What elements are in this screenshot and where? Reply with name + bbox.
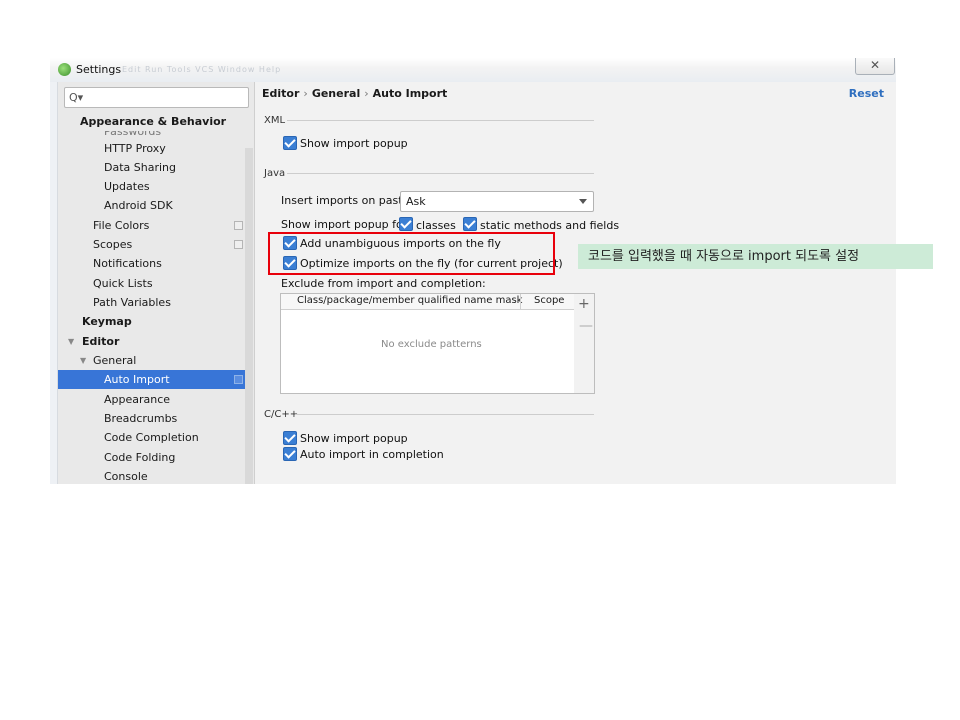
sidebar-item-data-sharing[interactable]: Data Sharing	[104, 161, 176, 174]
auto-import-completion-checkbox[interactable]	[283, 447, 297, 461]
static-methods-label[interactable]: static methods and fields	[480, 219, 619, 232]
section-divider	[295, 414, 594, 415]
exclude-table-header: Class/package/member qualified name mask…	[281, 294, 574, 310]
sidebar-item-keymap[interactable]: Keymap	[82, 315, 132, 328]
exclude-table[interactable]: Class/package/member qualified name mask…	[280, 293, 575, 394]
sidebar-item-appearance[interactable]: Appearance	[104, 393, 170, 406]
sidebar-item-auto-import: Auto Import	[104, 373, 170, 386]
sidebar-item-code-folding[interactable]: Code Folding	[104, 451, 175, 464]
auto-import-completion-label[interactable]: Auto import in completion	[300, 448, 444, 461]
project-scope-icon	[234, 221, 243, 230]
section-java: Java	[264, 168, 286, 179]
section-cpp: C/C++	[264, 409, 299, 420]
breadcrumb-separator-icon: ›	[364, 87, 369, 100]
sidebar-item-file-colors[interactable]: File Colors	[93, 219, 149, 232]
settings-sidebar: Q▾ Appearance & Behavior Passwords HTTP …	[58, 82, 255, 484]
sidebar-item-updates[interactable]: Updates	[104, 180, 150, 193]
section-divider	[287, 120, 594, 121]
sidebar-item-android-sdk[interactable]: Android SDK	[104, 199, 173, 212]
annotation-note: 코드를 입력했을 때 자동으로 import 되도록 설정	[578, 244, 933, 269]
remove-icon[interactable]: —	[579, 318, 593, 334]
title-bar: Settings Edit Run Tools VCS Window Help …	[50, 58, 896, 82]
popup-for-label: Show import popup for:	[281, 218, 411, 231]
exclude-table-empty-text: No exclude patterns	[381, 339, 482, 350]
show-import-popup-xml-label[interactable]: Show import popup	[300, 137, 408, 150]
sidebar-item-code-completion[interactable]: Code Completion	[104, 431, 199, 444]
sidebar-item-passwords[interactable]: Passwords	[104, 131, 161, 139]
exclude-label: Exclude from import and completion:	[281, 277, 486, 290]
column-header-mask[interactable]: Class/package/member qualified name mask	[297, 295, 522, 306]
section-divider	[287, 173, 594, 174]
section-xml: XML	[264, 115, 286, 126]
sidebar-item-general[interactable]: General	[93, 354, 136, 367]
sidebar-item-console[interactable]: Console	[104, 470, 148, 483]
window-title: Settings	[76, 63, 122, 76]
classes-checkbox[interactable]	[399, 217, 413, 231]
android-studio-icon	[58, 63, 71, 76]
window-left-edge	[50, 82, 58, 484]
add-icon[interactable]: +	[578, 296, 590, 312]
sidebar-item-breadcrumbs[interactable]: Breadcrumbs	[104, 412, 177, 425]
show-import-popup-xml-checkbox[interactable]	[283, 136, 297, 150]
sidebar-item-quick-lists[interactable]: Quick Lists	[93, 277, 153, 290]
sidebar-item-scopes[interactable]: Scopes	[93, 238, 132, 251]
static-methods-checkbox[interactable]	[463, 217, 477, 231]
breadcrumb-separator-icon: ›	[303, 87, 308, 100]
reset-link[interactable]: Reset	[849, 87, 884, 100]
search-icon: Q▾	[69, 91, 84, 104]
breadcrumb-auto-import: Auto Import	[372, 87, 448, 100]
column-divider	[520, 294, 521, 309]
breadcrumb: Editor › General › Auto Import	[262, 87, 447, 100]
project-scope-icon	[234, 375, 243, 384]
search-input[interactable]: Q▾	[64, 87, 249, 108]
classes-label[interactable]: classes	[416, 219, 456, 232]
insert-on-paste-value: Ask	[406, 195, 426, 208]
close-button[interactable]: ✕	[855, 58, 895, 75]
highlight-box	[268, 232, 555, 275]
project-scope-icon	[234, 240, 243, 249]
sidebar-item-appearance-behavior[interactable]: Appearance & Behavior	[80, 115, 226, 128]
sidebar-item-auto-import-row[interactable]: Auto Import	[58, 370, 246, 389]
chevron-down-icon	[579, 199, 587, 204]
expand-arrow-icon[interactable]: ▼	[68, 337, 74, 346]
sidebar-item-editor[interactable]: Editor	[82, 335, 119, 348]
insert-on-paste-select[interactable]: Ask	[400, 191, 594, 212]
breadcrumb-editor[interactable]: Editor	[262, 87, 299, 100]
exclude-toolbar: + —	[574, 293, 595, 394]
column-header-scope[interactable]: Scope	[534, 295, 564, 306]
show-import-popup-cpp-label[interactable]: Show import popup	[300, 432, 408, 445]
insert-on-paste-label: Insert imports on paste:	[281, 194, 414, 207]
sidebar-item-path-variables[interactable]: Path Variables	[93, 296, 171, 309]
expand-arrow-icon[interactable]: ▼	[80, 356, 86, 365]
sidebar-item-http-proxy[interactable]: HTTP Proxy	[104, 142, 166, 155]
background-menu-ghost: Edit Run Tools VCS Window Help	[122, 65, 282, 74]
breadcrumb-general[interactable]: General	[312, 87, 360, 100]
show-import-popup-cpp-checkbox[interactable]	[283, 431, 297, 445]
sidebar-scrollbar[interactable]	[245, 148, 253, 484]
sidebar-item-notifications[interactable]: Notifications	[93, 257, 162, 270]
settings-content: Editor › General › Auto Import Reset XML Sho…	[255, 82, 896, 484]
